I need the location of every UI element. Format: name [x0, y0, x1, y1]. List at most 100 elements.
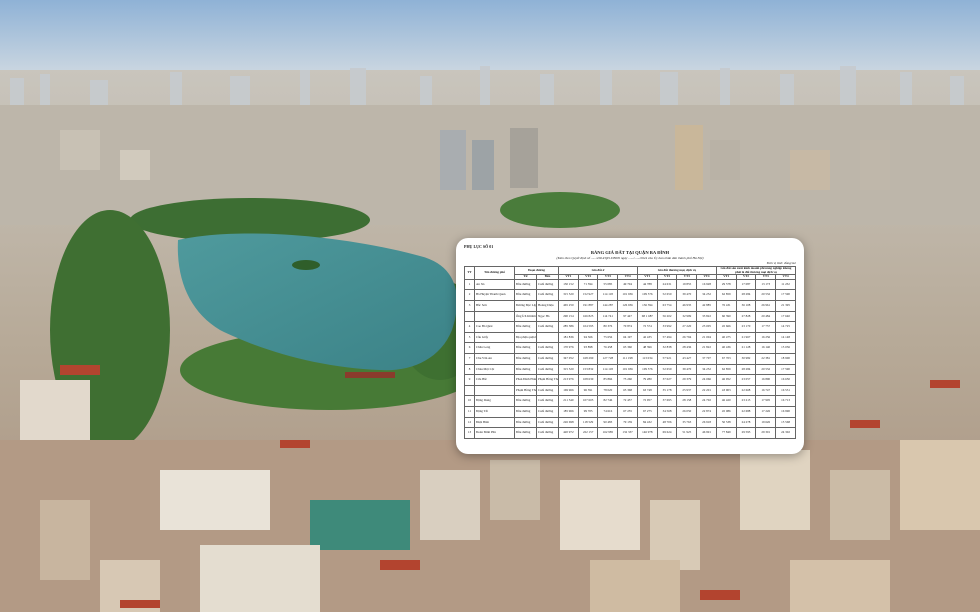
lake-island — [292, 260, 320, 270]
price-cell: 16 747 — [755, 384, 777, 397]
price-cell: 17 757 — [755, 321, 777, 333]
header-street: Tên đường phố — [474, 266, 515, 280]
street-name: Cao Bá Quát — [474, 321, 515, 333]
street-name — [474, 384, 515, 397]
price-cell: 39 470 — [676, 363, 698, 376]
price-cell: 29 379 — [676, 374, 698, 386]
price-cell: 63 360 — [617, 342, 638, 354]
document-title: BẢNG GIÁ ĐẤT TẠI QUẬN BA ĐÌNH — [590, 250, 670, 255]
price-cell: 52 650 — [656, 289, 678, 301]
price-cell: 16 990 — [775, 405, 796, 418]
price-cell: 13 173 — [755, 278, 777, 291]
price-cell: 29 595 — [735, 427, 757, 439]
table-row: 9 Cửa Bắc Phan Đình Phùng Phạm Hồng Thái 213… — [464, 374, 796, 386]
price-cell: 55 085 — [597, 278, 619, 291]
segment-from: Đầu đường — [514, 289, 537, 301]
price-cell: 226 698 — [558, 416, 579, 429]
table-row: 4 Cao Bá Quát Đầu đường Cuối đường 285 386 10… — [464, 321, 796, 333]
price-cell: 27 828 — [735, 310, 757, 323]
price-cell: 146 978 — [636, 427, 658, 439]
segment-to: Cuối đường — [535, 321, 560, 333]
price-cell: 26 050 — [676, 405, 698, 418]
price-cell: 26 794 — [676, 331, 698, 344]
price-cell: 107 605 — [577, 395, 599, 407]
price-cell: 60 390 — [715, 310, 737, 323]
price-cell: 65 368 — [617, 384, 638, 397]
price-cell: 16 928 — [696, 278, 717, 291]
row-number: 2 — [464, 289, 475, 301]
price-cell: 34 568 — [656, 405, 678, 418]
price-cell: 42 435 — [636, 331, 658, 344]
row-number: 10 — [464, 395, 475, 407]
price-cell: 32 999 — [676, 310, 698, 323]
price-cell: 21 822 — [696, 342, 717, 354]
segment-from: Đầu đường — [514, 278, 537, 291]
price-cell: 74 616 — [597, 405, 619, 418]
price-cell: 420 972 — [558, 427, 579, 439]
price-cell: 64 197 — [617, 331, 638, 344]
segment-from: Địa phận quận Ba Đình — [514, 331, 537, 344]
price-cell: 16 140 — [755, 342, 777, 354]
price-cell: 17 640 — [775, 310, 796, 323]
price-cell: 57 494 — [656, 331, 678, 344]
price-cell: 24 278 — [735, 416, 757, 429]
price-cell: 17 905 — [755, 395, 777, 407]
price-cell: 22 381 — [755, 352, 777, 365]
row-number — [464, 310, 475, 323]
table-row: 5Cầu GiấyĐịa phận quận Ba Đình 181 83694 … — [464, 331, 796, 344]
price-cell: 22 874 — [696, 405, 717, 418]
segment-to — [535, 331, 560, 344]
price-cell: 70 874 — [617, 321, 638, 333]
price-cell: 29 301 — [755, 427, 777, 439]
price-cell: 168 290 — [577, 352, 599, 365]
price-cell: 347 052 — [558, 352, 579, 365]
price-cell: 170 976 — [558, 342, 579, 354]
price-cell: 36 108 — [735, 299, 757, 312]
price-cell: 16 256 — [755, 331, 777, 344]
price-cell: 290 154 — [558, 310, 579, 323]
segment-to: Cuối đường — [535, 416, 560, 429]
header-nonagri: Giá đất sản xuất kinh doanh phi nông ngh… — [715, 265, 797, 276]
price-table: TT Tên đường phố Đoạn đường Giá đất ở Gi… — [464, 265, 797, 439]
price-cell: 84 432 — [636, 416, 658, 429]
price-cell: 68 1 687 — [636, 310, 658, 323]
price-cell: 94 366 — [577, 331, 599, 344]
price-cell: 50 538 — [715, 416, 737, 429]
price-cell: 113 034 — [636, 352, 658, 365]
price-cell: 213 976 — [558, 374, 579, 386]
segment-from: Phạm Hồng Thái — [514, 384, 537, 397]
price-cell: 76 458 — [597, 342, 619, 354]
table-row: 12 Điện Biên Đầu đường Cuối đường 226 698 118… — [464, 416, 796, 429]
price-cell: 45 666 — [715, 321, 737, 333]
segment-from: Đầu đường — [514, 395, 537, 407]
table-row: 7 Chu Văn An Đầu đường Cuối đường 347 052 168… — [464, 352, 796, 365]
price-cell: 16 531 — [775, 384, 796, 397]
price-cell: 185 966 — [558, 405, 579, 418]
price-cell: 114 741 — [597, 310, 619, 323]
price-cell: 28 158 — [676, 395, 698, 407]
price-cell: 34 252 — [696, 363, 717, 376]
price-cell: 127 728 — [597, 352, 619, 365]
price-cell: 114 118 — [597, 289, 619, 301]
segment-from: Đầu đường — [514, 342, 537, 354]
price-table-document: PHỤ LỤC SỐ 01 BẢNG GIÁ ĐẤT TẠI QUẬN BA Đ… — [456, 238, 804, 454]
segment-to: Cuối đường — [535, 278, 560, 291]
table-row: 8 Chùa Một Cột Đầu đường Cuối đường 315 520 1… — [464, 363, 796, 376]
street-name: Châu Long — [474, 342, 515, 354]
price-cell: 72 957 — [636, 395, 658, 407]
price-cell: 46 991 — [696, 427, 717, 439]
segment-to: Cuối đường — [535, 363, 560, 376]
price-cell: 37 695 — [656, 395, 678, 407]
segment-to: Cuối đường — [535, 384, 560, 397]
price-cell: 46 935 — [676, 299, 698, 312]
appendix-label: PHỤ LỤC SỐ 01 — [464, 244, 494, 249]
price-cell: 21 395 — [775, 299, 796, 312]
segment-from: Đầu đường — [514, 427, 537, 439]
price-cell: 71 594 — [577, 278, 599, 291]
price-cell: 93 898 — [577, 342, 599, 354]
price-cell: 144 287 — [597, 299, 619, 312]
price-cell: 67 255 — [617, 405, 638, 418]
price-cell: 85 866 — [597, 374, 619, 386]
price-cell: 40 475 — [715, 331, 737, 344]
price-cell: 315 520 — [558, 363, 579, 376]
